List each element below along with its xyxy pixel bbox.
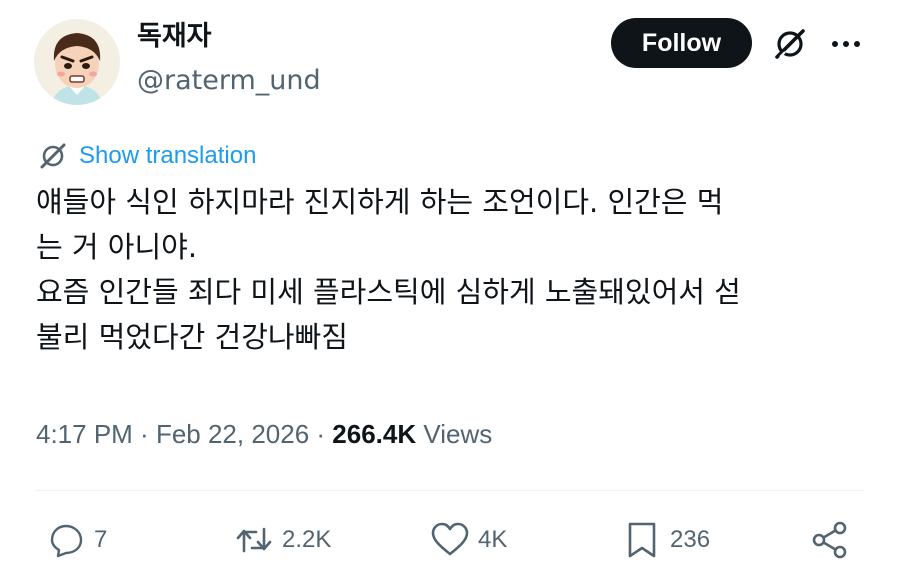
grok-icon[interactable] xyxy=(770,24,810,64)
share-icon xyxy=(812,521,847,559)
reply-icon xyxy=(50,524,83,558)
tweet-line: 불리 먹었다간 건강나빠짐 xyxy=(36,320,348,354)
tweet-meta: 4:17 PM · Feb 22, 2026 · 266.4K Views xyxy=(36,416,492,452)
grok-translate-icon xyxy=(40,143,66,169)
bookmark-count: 236 xyxy=(670,526,711,553)
tweet-line: 는 거 아니야. xyxy=(36,230,198,264)
bookmark-button[interactable]: 236 xyxy=(620,518,710,562)
avatar-image xyxy=(34,19,120,105)
avatar[interactable] xyxy=(34,19,120,105)
reply-count: 7 xyxy=(94,526,108,553)
show-translation-label: Show translation xyxy=(79,142,257,169)
views-count: 266.4K xyxy=(332,419,417,449)
meta-separator: · xyxy=(132,419,156,449)
like-count: 4K xyxy=(478,526,508,553)
tweet-line: 얘들아 식인 하지마라 진지하게 하는 조언이다. 인간은 먹 xyxy=(36,185,724,219)
share-button[interactable] xyxy=(808,518,852,562)
heart-icon xyxy=(431,522,469,556)
divider xyxy=(36,490,864,491)
tweet-time[interactable]: 4:17 PM xyxy=(36,419,133,449)
more-dots-icon[interactable] xyxy=(826,24,866,64)
repost-count: 2.2K xyxy=(282,526,332,553)
follow-button[interactable]: Follow xyxy=(611,18,752,68)
show-translation-link[interactable]: Show translation xyxy=(36,139,256,173)
meta-separator: · xyxy=(309,419,333,449)
author-display-name[interactable]: 독재자 xyxy=(137,20,212,54)
tweet-date[interactable]: Feb 22, 2026 xyxy=(156,419,309,449)
reply-button[interactable]: 7 xyxy=(44,518,107,562)
views-label: Views xyxy=(423,419,493,449)
tweet-line: 요즘 인간들 죄다 미세 플라스틱에 심하게 노출돼있어서 섣 xyxy=(36,275,741,309)
tweet-text: 얘들아 식인 하지마라 진지하게 하는 조언이다. 인간은 먹 는 거 아니야.… xyxy=(36,180,876,360)
like-button[interactable]: 4K xyxy=(428,518,507,562)
bookmark-icon xyxy=(628,522,656,558)
repost-button[interactable]: 2.2K xyxy=(232,518,331,562)
author-handle[interactable]: @raterm_und xyxy=(137,64,321,98)
repost-icon xyxy=(236,527,272,553)
